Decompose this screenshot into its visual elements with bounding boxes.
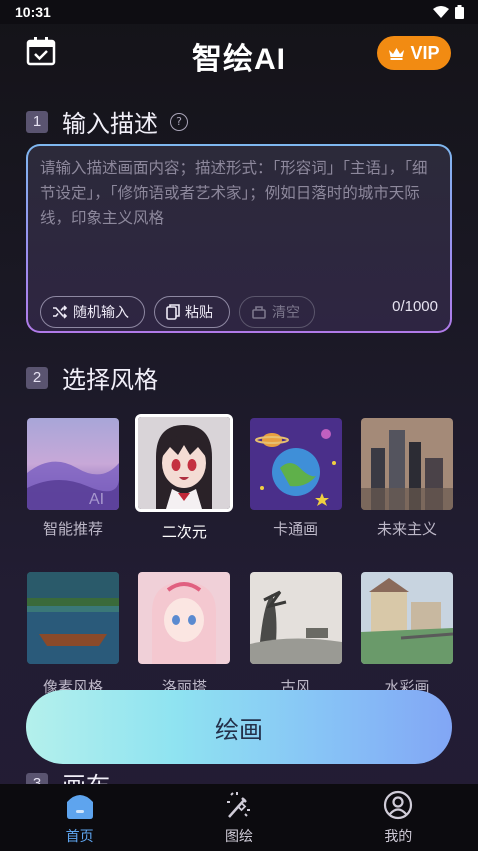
svg-text:AI: AI <box>89 491 104 508</box>
nav-label: 首页 <box>65 829 94 845</box>
vip-button[interactable]: VIP <box>377 36 451 70</box>
paste-label: 粘贴 <box>185 305 213 321</box>
style-label: 未来主义 <box>376 520 437 538</box>
status-icons <box>433 5 464 19</box>
style-thumb-futurism <box>360 418 453 510</box>
section-title: 选择风格 <box>62 366 158 394</box>
style-grid-row-2: 像素风格 洛丽塔 古风 水彩画 <box>27 572 453 697</box>
style-thumb-watercolor <box>360 572 453 664</box>
description-input[interactable]: 请输入描述画面内容；描述形式：「形容词」「主语」，「细节设定」，「修饰语或者艺术… <box>26 144 452 333</box>
draw-button[interactable]: 绘画 <box>26 690 452 764</box>
style-option-cartoon[interactable]: 卡通画 <box>249 414 342 542</box>
paste-icon <box>166 304 180 320</box>
shuffle-icon <box>53 305 68 319</box>
crown-icon <box>389 48 405 60</box>
clear-label: 清空 <box>272 305 300 321</box>
char-counter: 0/1000 <box>392 298 438 315</box>
nav-label: 图绘 <box>224 829 253 845</box>
style-option-ancient[interactable]: 古风 <box>249 572 342 697</box>
status-bar: 10:31 <box>0 0 478 24</box>
random-input-button[interactable]: 随机输入 <box>40 296 145 328</box>
status-time: 10:31 <box>15 4 51 20</box>
style-thumb-pixel <box>27 572 119 664</box>
user-icon <box>384 790 413 820</box>
help-icon[interactable]: ? <box>170 112 188 131</box>
style-option-anime[interactable]: 二次元 <box>135 414 234 542</box>
nav-item-home[interactable]: 首页 <box>20 784 140 846</box>
section-number: 1 <box>26 110 48 133</box>
section-number: 2 <box>26 366 48 389</box>
wifi-icon <box>433 5 449 18</box>
vip-label: VIP <box>410 42 440 63</box>
home-icon <box>66 795 93 819</box>
style-option-smart[interactable]: AI 智能推荐 <box>27 414 119 542</box>
style-option-watercolor[interactable]: 水彩画 <box>360 572 453 697</box>
paste-button[interactable]: 粘贴 <box>154 296 230 328</box>
style-label: 卡通画 <box>273 520 319 538</box>
style-thumb-anime <box>135 414 234 512</box>
draw-button-label: 绘画 <box>215 715 263 744</box>
battery-icon <box>455 5 464 19</box>
nav-label: 我的 <box>384 829 413 845</box>
clear-button[interactable]: 清空 <box>239 296 315 328</box>
style-label: 二次元 <box>161 523 207 541</box>
app-header: 智绘AI VIP <box>0 24 478 80</box>
description-placeholder: 请输入描述画面内容；描述形式：「形容词」「主语」，「细节设定」，「修饰语或者艺术… <box>40 159 428 227</box>
style-thumb-ancient <box>249 572 342 664</box>
magic-wand-icon <box>226 792 250 818</box>
nav-item-profile[interactable]: 我的 <box>338 784 458 846</box>
style-option-futurism[interactable]: 未来主义 <box>360 414 453 542</box>
section-style-header: 2 选择风格 <box>26 360 158 395</box>
bottom-nav: 首页 图绘 我的 <box>0 784 478 851</box>
style-option-lolita[interactable]: 洛丽塔 <box>138 572 231 697</box>
style-option-pixel[interactable]: 像素风格 <box>27 572 119 697</box>
section-title: 输入描述 <box>62 110 158 138</box>
nav-item-draw[interactable]: 图绘 <box>179 784 299 846</box>
style-thumb-cartoon <box>249 418 342 510</box>
style-thumb-smart: AI <box>27 418 119 510</box>
style-label: 智能推荐 <box>42 520 103 538</box>
section-describe-header: 1 输入描述 ? <box>26 104 188 139</box>
style-grid-row-1: AI 智能推荐 二次元 卡通画 未来主义 <box>27 414 453 542</box>
eraser-icon <box>252 306 266 319</box>
description-input-inner[interactable]: 请输入描述画面内容；描述形式：「形容词」「主语」，「细节设定」，「修饰语或者艺术… <box>28 146 450 331</box>
random-input-label: 随机输入 <box>73 305 129 321</box>
style-thumb-lolita <box>138 572 231 664</box>
